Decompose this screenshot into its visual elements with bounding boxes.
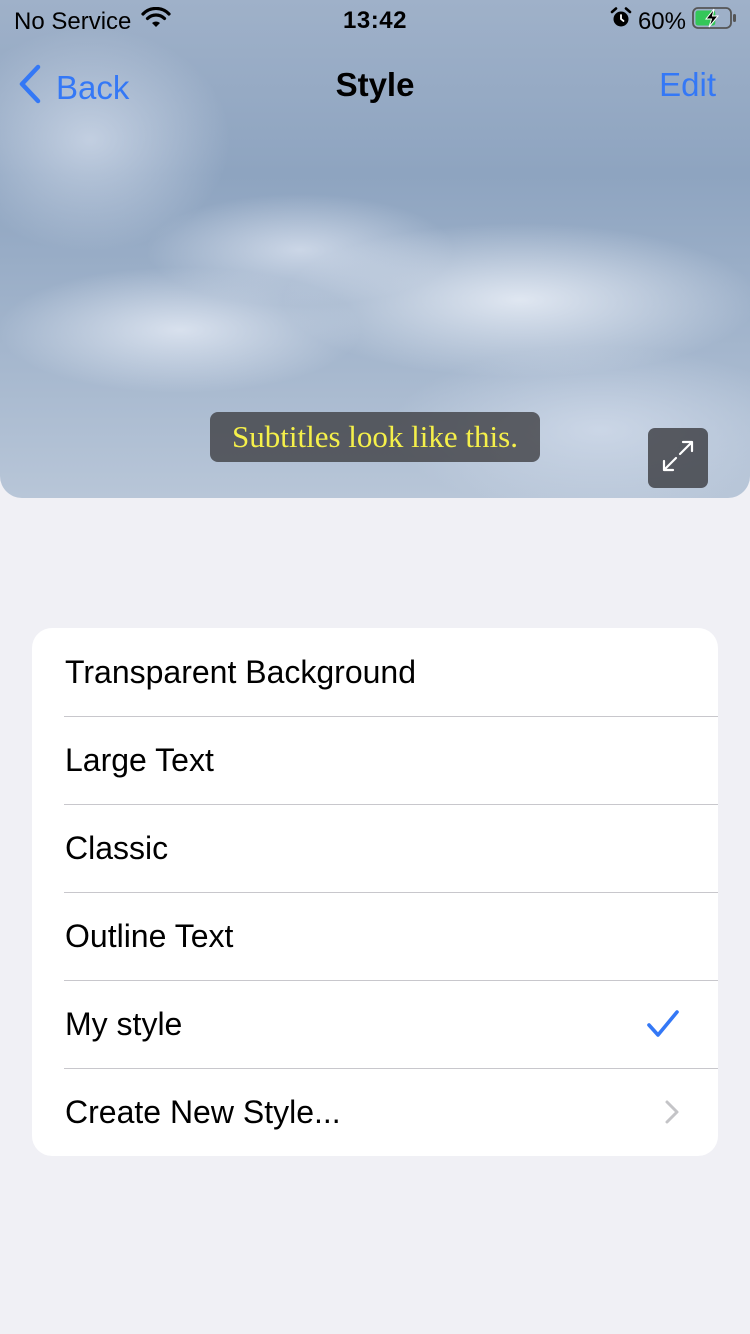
style-row-label: My style (65, 1005, 183, 1042)
style-row-label: Outline Text (65, 917, 234, 954)
chevron-right-icon (664, 1068, 680, 1156)
style-row-classic[interactable]: Classic (32, 804, 718, 892)
battery-percent: 60% (637, 7, 686, 35)
style-row-label: Large Text (65, 741, 214, 778)
expand-button[interactable] (648, 428, 708, 488)
subtitle-preview-area: No Service 13:42 60% Back Style Edit Sub… (0, 0, 750, 498)
style-row-outline-text[interactable]: Outline Text (32, 892, 718, 980)
status-right: 60% (610, 6, 738, 37)
alarm-icon (610, 7, 632, 36)
subtitle-sample: Subtitles look like this. (210, 412, 540, 462)
navigation-bar: Back Style Edit (0, 56, 750, 112)
style-row-label: Create New Style... (65, 1093, 341, 1130)
expand-icon (661, 439, 695, 478)
create-new-style-row[interactable]: Create New Style... (32, 1068, 718, 1156)
checkmark-icon (646, 980, 680, 1068)
style-row-label: Transparent Background (65, 653, 417, 690)
style-list: Transparent Background Large Text Classi… (32, 628, 718, 1156)
style-row-label: Classic (65, 829, 169, 866)
style-row-my-style[interactable]: My style (32, 980, 718, 1068)
style-row-transparent-background[interactable]: Transparent Background (32, 628, 718, 716)
status-bar: No Service 13:42 60% (0, 0, 750, 40)
battery-charging-icon (692, 6, 738, 37)
style-row-large-text[interactable]: Large Text (32, 716, 718, 804)
edit-button[interactable]: Edit (659, 66, 716, 104)
page-title: Style (335, 66, 415, 103)
